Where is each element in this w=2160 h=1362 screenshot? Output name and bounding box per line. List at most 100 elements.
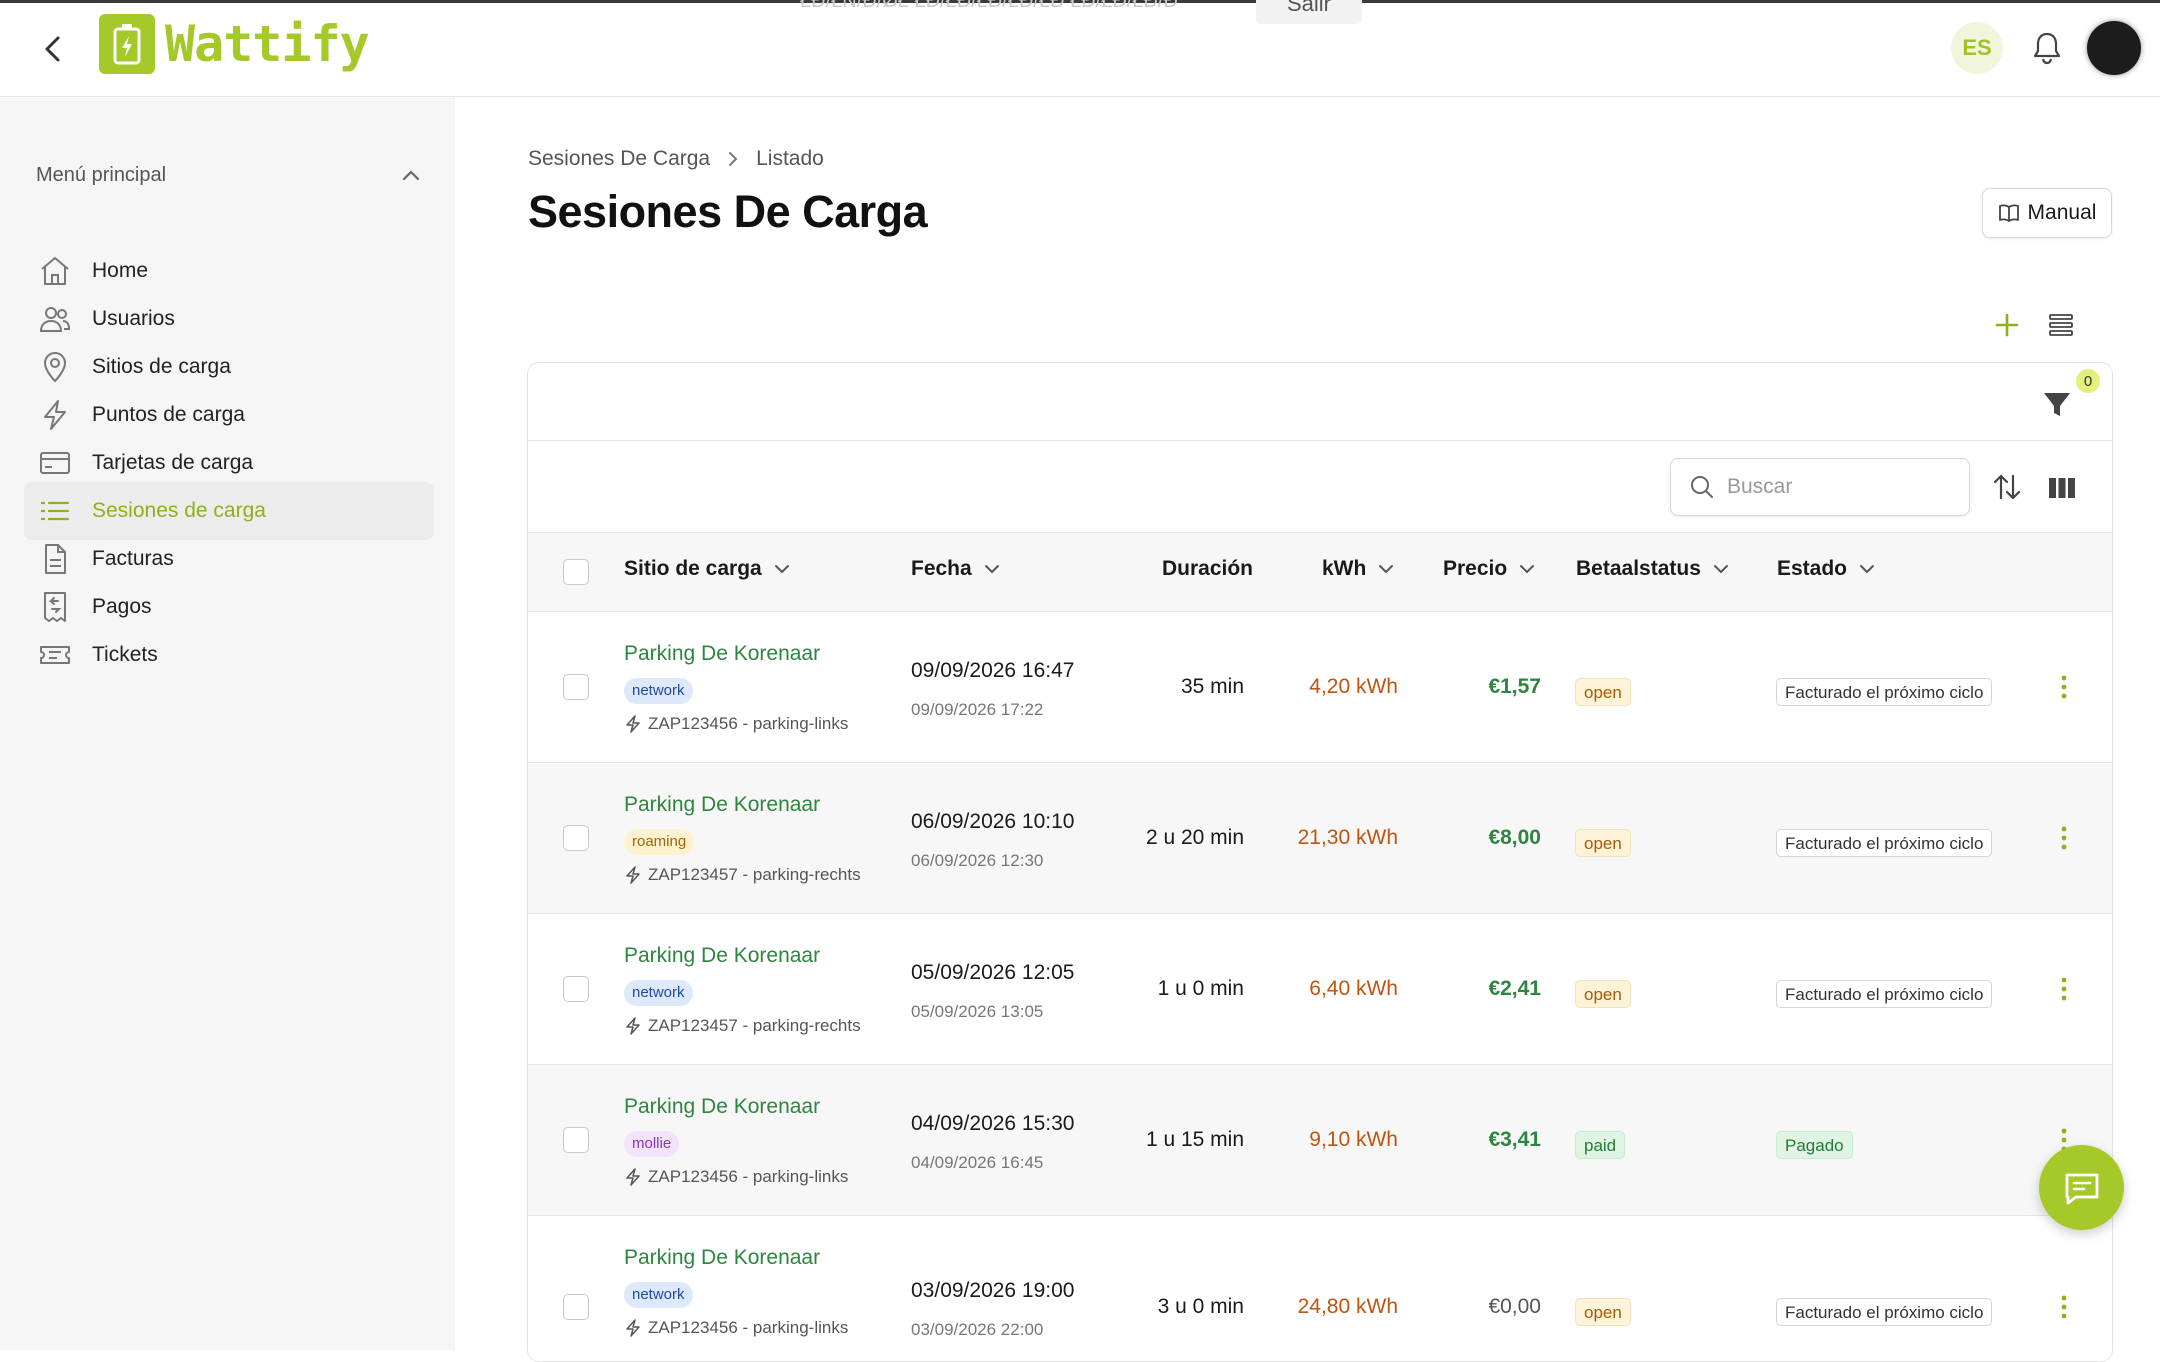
top-bar: Wattify ŁÐ/ŁN/Ð/ØŁ ŁÐ/ŁÐ/ŁÐ/ŁÐ/ŁÐ ŁÐ/ŁÐ/… bbox=[0, 0, 2160, 97]
row-checkbox[interactable] bbox=[563, 1294, 589, 1320]
charge-point-label: ZAP123456 - parking-links bbox=[648, 714, 849, 733]
users-icon bbox=[39, 307, 71, 332]
exit-button[interactable]: Salir bbox=[1256, 0, 1362, 24]
column-header-status[interactable]: Estado bbox=[1777, 557, 1875, 581]
column-label: Sitio de carga bbox=[624, 557, 762, 580]
sidebar-item-label: Facturas bbox=[92, 547, 174, 570]
manual-button[interactable]: Manual bbox=[1982, 188, 2112, 238]
row-checkbox[interactable] bbox=[563, 674, 589, 700]
energy-kwh: 9,10 kWh bbox=[1309, 1128, 1398, 1151]
session-type-tag: mollie bbox=[624, 1131, 680, 1157]
site-link[interactable]: Parking De Korenaar bbox=[624, 1095, 820, 1119]
end-date: 09/09/2026 17:22 bbox=[911, 700, 1044, 719]
start-date: 04/09/2026 15:30 bbox=[911, 1112, 1075, 1135]
more-options-icon[interactable] bbox=[2058, 974, 2070, 1004]
bolt-icon bbox=[626, 1319, 640, 1337]
bolt-icon bbox=[44, 400, 66, 430]
energy-kwh: 21,30 kWh bbox=[1297, 826, 1398, 849]
filter-icon[interactable] bbox=[2040, 385, 2074, 421]
session-type-tag: network bbox=[624, 1282, 693, 1308]
row-checkbox[interactable] bbox=[563, 976, 589, 1002]
status-badge: Facturado el próximo ciclo bbox=[1776, 1298, 1993, 1326]
column-label: Duración bbox=[1162, 557, 1254, 580]
table-row[interactable]: Parking De Korenaar network ZAP123457 - … bbox=[528, 914, 2112, 1065]
site-link[interactable]: Parking De Korenaar bbox=[624, 642, 820, 666]
select-all-checkbox[interactable] bbox=[563, 559, 589, 585]
more-options-icon[interactable] bbox=[2058, 672, 2070, 702]
column-header-price[interactable]: Precio bbox=[1443, 557, 1535, 581]
search-field[interactable] bbox=[1670, 458, 1970, 516]
language-switcher[interactable]: ES bbox=[1951, 22, 2003, 74]
avatar[interactable] bbox=[2087, 21, 2141, 75]
main-menu-toggle[interactable]: Menú principal bbox=[36, 160, 421, 190]
charge-point-label: ZAP123456 - parking-links bbox=[648, 1167, 849, 1186]
price: €3,41 bbox=[1488, 1128, 1541, 1151]
site-link[interactable]: Parking De Korenaar bbox=[624, 944, 820, 968]
end-date: 04/09/2026 16:45 bbox=[911, 1153, 1044, 1172]
payment-status-badge: open bbox=[1575, 1298, 1631, 1326]
table-row[interactable]: Parking De Korenaar network ZAP123456 - … bbox=[528, 1216, 2112, 1361]
table-header: Sitio de carga Fecha Duración kWh Precio… bbox=[528, 532, 2112, 612]
breadcrumb-parent[interactable]: Sesiones De Carga bbox=[528, 147, 710, 171]
more-options-icon[interactable] bbox=[2058, 1292, 2070, 1322]
more-options-icon[interactable] bbox=[2058, 823, 2070, 853]
book-icon bbox=[1998, 204, 2019, 222]
column-header-payment-status[interactable]: Betaalstatus bbox=[1576, 557, 1729, 581]
columns-icon[interactable] bbox=[2046, 473, 2078, 503]
table-row[interactable]: Parking De Korenaar mollie ZAP123456 - p… bbox=[528, 1065, 2112, 1216]
start-date: 06/09/2026 10:10 bbox=[911, 810, 1075, 833]
sidebar-item-label: Tickets bbox=[92, 643, 158, 666]
payment-status-badge: open bbox=[1575, 980, 1631, 1008]
column-label: Estado bbox=[1777, 557, 1848, 580]
plus-icon[interactable] bbox=[1992, 310, 2022, 340]
chevron-down-icon bbox=[1860, 565, 1875, 574]
column-header-site[interactable]: Sitio de carga bbox=[624, 557, 790, 581]
session-type-tag: network bbox=[624, 980, 693, 1006]
row-checkbox[interactable] bbox=[563, 825, 589, 851]
duration: 3 u 0 min bbox=[1157, 1295, 1244, 1318]
price: €8,00 bbox=[1488, 826, 1541, 849]
table-row[interactable]: Parking De Korenaar roaming ZAP123457 - … bbox=[528, 763, 2112, 914]
search-icon bbox=[1691, 476, 1713, 498]
payment-status-badge: open bbox=[1575, 678, 1631, 706]
duration: 2 u 20 min bbox=[1145, 826, 1244, 849]
sidebar-item-label: Sesiones de carga bbox=[92, 499, 266, 522]
list-icon bbox=[40, 501, 70, 521]
chat-button[interactable] bbox=[2039, 1145, 2124, 1230]
page-title: Sesiones De Carga bbox=[528, 186, 928, 237]
column-label: Fecha bbox=[911, 557, 972, 580]
stacked-list-icon[interactable] bbox=[2046, 310, 2076, 340]
end-date: 05/09/2026 13:05 bbox=[911, 1002, 1044, 1021]
app-name: Wattify bbox=[165, 15, 370, 73]
home-icon bbox=[41, 257, 69, 285]
chevron-down-icon bbox=[1713, 565, 1728, 574]
table-row[interactable]: Parking De Korenaar network ZAP123456 - … bbox=[528, 612, 2112, 763]
sidebar-item-tickets[interactable]: Tickets bbox=[24, 626, 434, 684]
breadcrumb: Sesiones De Carga Listado bbox=[528, 147, 824, 171]
chevron-right-icon bbox=[729, 152, 738, 166]
site-link[interactable]: Parking De Korenaar bbox=[624, 793, 820, 817]
charge-point: ZAP123457 - parking-rechts bbox=[624, 865, 861, 885]
app-logo[interactable]: Wattify bbox=[99, 14, 370, 74]
overlay-banner-text: ŁÐ/ŁN/Ð/ØŁ ŁÐ/ŁÐ/ŁÐ/ŁÐ/ŁÐ ŁÐ/ŁÐ/ŁÐ/Ð bbox=[800, 0, 1178, 12]
sort-icon[interactable] bbox=[1991, 470, 2023, 504]
sidebar-item-label: Pagos bbox=[92, 595, 152, 618]
sidebar-item-label: Puntos de carga bbox=[92, 403, 245, 426]
row-checkbox[interactable] bbox=[563, 1127, 589, 1153]
search-input[interactable] bbox=[1727, 475, 1947, 499]
charge-point-label: ZAP123457 - parking-rechts bbox=[648, 865, 861, 884]
status-badge: Pagado bbox=[1776, 1131, 1853, 1159]
column-header-kwh[interactable]: kWh bbox=[1322, 557, 1394, 581]
site-link[interactable]: Parking De Korenaar bbox=[624, 1246, 820, 1270]
energy-kwh: 6,40 kWh bbox=[1309, 977, 1398, 1000]
bell-icon[interactable] bbox=[2030, 30, 2064, 66]
column-header-date[interactable]: Fecha bbox=[911, 557, 1000, 581]
price: €1,57 bbox=[1488, 675, 1541, 698]
column-label: Betaalstatus bbox=[1576, 557, 1701, 580]
energy-kwh: 4,20 kWh bbox=[1309, 675, 1398, 698]
filter-bar: 0 bbox=[528, 363, 2112, 441]
status-badge: Facturado el próximo ciclo bbox=[1776, 829, 1993, 857]
battery-logo-icon bbox=[99, 14, 155, 74]
payment-status-badge: open bbox=[1575, 829, 1631, 857]
back-arrow-icon[interactable] bbox=[38, 32, 68, 66]
